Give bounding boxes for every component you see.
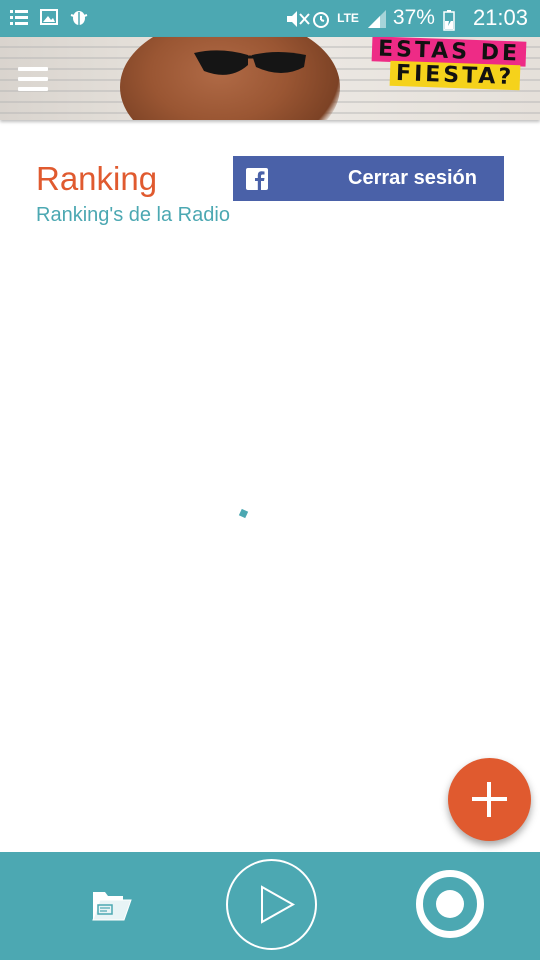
record-button[interactable] — [416, 870, 484, 938]
facebook-logout-label: Cerrar sesión — [348, 167, 477, 189]
add-button[interactable] — [448, 758, 531, 841]
page-subtitle: Ranking's de la Radio — [36, 204, 230, 226]
battery-icon — [443, 9, 461, 31]
loading-spinner — [238, 508, 249, 519]
banner-line2: FIESTA? — [389, 60, 521, 91]
menu-bar — [18, 87, 48, 91]
image-icon — [40, 8, 58, 26]
bug-icon — [70, 8, 88, 26]
plus-icon-bar — [472, 797, 507, 801]
clock: 21:03 — [472, 5, 528, 30]
sunglasses-icon — [194, 50, 306, 75]
banner-logo: ESTAS DE FIESTA? — [332, 37, 532, 91]
play-icon — [261, 885, 296, 924]
list-icon — [10, 8, 28, 26]
player-bar — [0, 852, 540, 960]
menu-button[interactable] — [18, 67, 48, 91]
network-label: LTE — [337, 11, 359, 25]
mute-icon — [285, 9, 310, 27]
page-title: Ranking — [36, 160, 158, 197]
battery-percent: 37% — [392, 6, 435, 29]
facebook-logout-button[interactable]: Cerrar sesión — [233, 156, 504, 201]
menu-bar — [18, 77, 48, 81]
play-button[interactable] — [226, 859, 317, 950]
record-icon — [436, 890, 464, 918]
status-bar: LTE 37% 21:03 — [0, 0, 540, 37]
news-folder-icon[interactable] — [92, 888, 132, 922]
signal-icon — [367, 9, 386, 28]
header-banner: ESTAS DE FIESTA? — [0, 37, 540, 120]
menu-bar — [18, 67, 48, 71]
alarm-icon — [311, 9, 330, 28]
